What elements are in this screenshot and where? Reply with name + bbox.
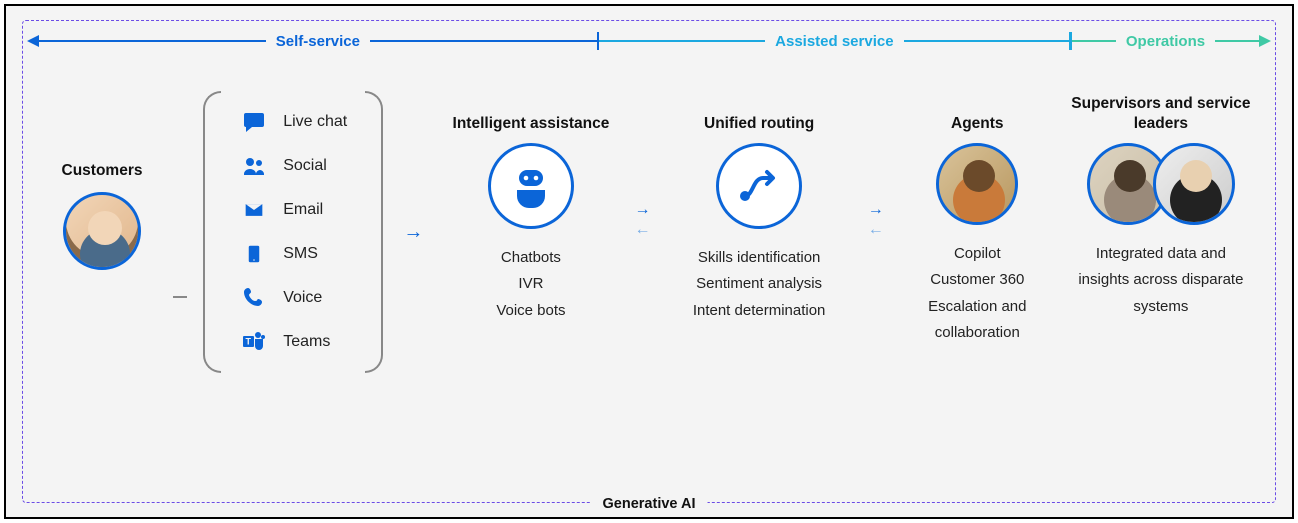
list-item: Integrated data and insights across disp…	[1071, 241, 1251, 320]
service-timeline: Self-service Assisted service Operations	[23, 21, 1275, 61]
channel-label: Social	[283, 157, 327, 175]
arrow-left-icon	[27, 35, 39, 47]
channel-list: Live chat Social Email SMS	[231, 91, 355, 373]
list-item: Intent determination	[693, 298, 826, 324]
timeline-self-service: Self-service	[27, 32, 599, 50]
supervisors-node: Supervisors and service leaders Integrat…	[1071, 91, 1251, 320]
bidirectional-arrow-icon: →←	[635, 201, 651, 239]
list-item: Voice bots	[496, 298, 565, 324]
list-item: Skills identification	[693, 245, 826, 271]
timeline-label-operations: Operations	[1116, 33, 1215, 50]
timeline-assisted-service: Assisted service	[599, 32, 1072, 50]
timeline-label-assisted: Assisted service	[765, 33, 903, 50]
channel-label: SMS	[283, 245, 318, 263]
bot-icon	[488, 143, 574, 229]
agent-avatar	[936, 143, 1018, 225]
channel-social: Social	[239, 153, 347, 179]
agents-node: Agents Copilot Customer 360 Escalation a…	[900, 91, 1055, 346]
teams-icon: T	[239, 329, 269, 355]
bracket-left-icon	[203, 91, 221, 373]
diagram-flow: Customers Live chat Social	[23, 61, 1275, 373]
list-item: Copilot	[900, 241, 1055, 267]
intelligent-title: Intelligent assistance	[453, 91, 610, 133]
routing-icon	[716, 143, 802, 229]
channel-label: Email	[283, 201, 323, 219]
channel-label: Teams	[283, 333, 330, 351]
phone-icon	[239, 285, 269, 311]
list-item: Chatbots	[496, 245, 565, 271]
supervisors-items: Integrated data and insights across disp…	[1071, 241, 1251, 320]
agents-items: Copilot Customer 360 Escalation and coll…	[900, 241, 1055, 346]
intelligent-items: Chatbots IVR Voice bots	[496, 245, 565, 324]
chat-bubble-icon	[239, 109, 269, 135]
bracket-right-icon	[365, 91, 383, 373]
arrow-right-icon	[1259, 35, 1271, 47]
customers-node: Customers	[47, 161, 157, 270]
channel-label: Live chat	[283, 113, 347, 131]
channel-live-chat: Live chat	[239, 109, 347, 135]
timeline-operations: Operations	[1072, 33, 1271, 50]
channel-sms: SMS	[239, 241, 347, 267]
unified-routing-node: Unified routing Skills identification Se…	[667, 91, 852, 324]
smartphone-icon	[239, 241, 269, 267]
people-group-icon	[239, 153, 269, 179]
channel-teams: T Teams	[239, 329, 347, 355]
channel-email: Email	[239, 197, 347, 223]
outer-frame: Self-service Assisted service Operations	[4, 4, 1294, 519]
generative-ai-frame: Self-service Assisted service Operations	[22, 20, 1276, 503]
customers-title: Customers	[62, 161, 143, 180]
agents-title: Agents	[951, 91, 1004, 133]
routing-title: Unified routing	[704, 91, 814, 133]
routing-items: Skills identification Sentiment analysis…	[693, 245, 826, 324]
flow-arrow-icon: →	[399, 221, 427, 244]
bidirectional-arrow-icon: →←	[868, 201, 884, 239]
supervisor-avatars	[1087, 143, 1235, 225]
list-item: Escalation and collaboration	[900, 294, 1055, 347]
list-item: Customer 360	[900, 267, 1055, 293]
channel-voice: Voice	[239, 285, 347, 311]
timeline-label-self-service: Self-service	[266, 33, 370, 50]
list-item: IVR	[496, 271, 565, 297]
supervisor-avatar	[1153, 143, 1235, 225]
generative-ai-label: Generative AI	[591, 496, 708, 512]
connector-line	[173, 296, 187, 298]
channels-bracket: Live chat Social Email SMS	[203, 91, 383, 373]
supervisors-title: Supervisors and service leaders	[1071, 91, 1251, 133]
list-item: Sentiment analysis	[693, 271, 826, 297]
envelope-icon	[239, 197, 269, 223]
svg-text:T: T	[246, 337, 252, 347]
intelligent-assistance-node: Intelligent assistance Chatbots IVR Voic…	[443, 91, 618, 324]
channel-label: Voice	[283, 289, 322, 307]
customer-avatar	[63, 192, 141, 270]
